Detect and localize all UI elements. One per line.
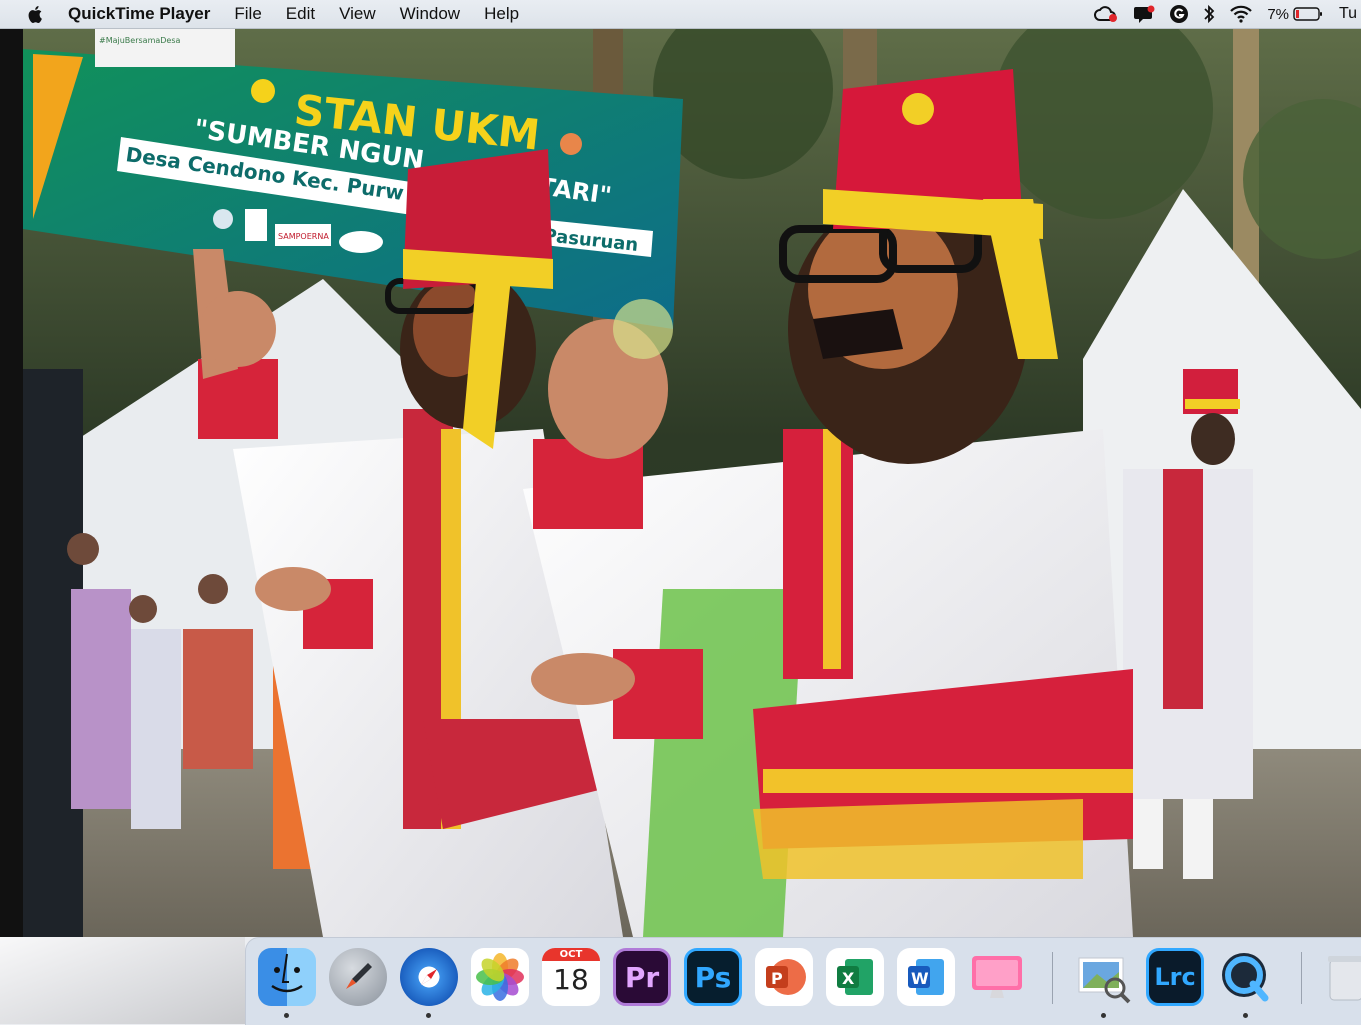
video-frame[interactable]: STAN UKM "SUMBER NGUN TARI" Desa Cendono… (23, 29, 1361, 937)
premiere-pro-label: Pr (624, 960, 660, 994)
preview-icon[interactable] (1075, 948, 1133, 1018)
photoshop-label: Ps (694, 960, 732, 994)
clock[interactable]: Tu (1339, 5, 1361, 23)
calendar-day: 18 (553, 963, 589, 996)
banner-sponsor-logo: SAMPOERNA (278, 232, 329, 241)
photoshop-icon[interactable]: Ps (684, 948, 742, 1006)
file-menu[interactable]: File (234, 4, 261, 24)
calendar-month: OCT (542, 948, 600, 961)
quicktime-player-window: STAN UKM "SUMBER NGUN TARI" Desa Cendono… (0, 29, 1361, 937)
creative-cloud-icon[interactable] (1093, 5, 1119, 23)
window-menu[interactable]: Window (400, 4, 460, 24)
finder-icon[interactable] (258, 948, 316, 1018)
safari-icon[interactable] (400, 948, 458, 1018)
desktop-background (0, 937, 245, 1024)
excel-icon[interactable]: X (826, 948, 884, 1006)
edit-menu[interactable]: Edit (286, 4, 315, 24)
dock-separator (1301, 952, 1302, 1004)
battery-percent[interactable]: 7% (1267, 6, 1289, 23)
dock: OCT 18 Pr Ps P X W Lrc (245, 937, 1361, 1025)
grammarly-icon[interactable] (1169, 4, 1189, 24)
word-label: W (911, 969, 929, 988)
trash-icon[interactable] (1324, 948, 1361, 1006)
calendar-icon[interactable]: OCT 18 (542, 948, 600, 1006)
notification-icon[interactable] (1133, 5, 1155, 23)
menu-bar: QuickTime Player File Edit View Window H… (0, 0, 1361, 29)
excel-label: X (842, 969, 855, 988)
powerpoint-icon[interactable]: P (755, 948, 813, 1006)
launchpad-icon[interactable] (329, 948, 387, 1006)
bluetooth-icon[interactable] (1203, 4, 1215, 24)
word-icon[interactable]: W (897, 948, 955, 1006)
wifi-icon[interactable] (1229, 5, 1253, 23)
dock-separator (1052, 952, 1053, 1004)
powerpoint-label: P (771, 969, 783, 988)
lightroom-classic-label: Lrc (1154, 963, 1196, 991)
status-area: 7% Tu (1079, 0, 1361, 28)
apple-menu-icon[interactable] (26, 4, 46, 24)
photos-icon[interactable] (471, 948, 529, 1006)
help-menu[interactable]: Help (484, 4, 519, 24)
view-menu[interactable]: View (339, 4, 376, 24)
premiere-pro-icon[interactable]: Pr (613, 948, 671, 1006)
banner-hashtag: #MajuBersamaDesa (99, 36, 181, 45)
battery-icon[interactable] (1293, 6, 1323, 22)
quicktime-player-icon[interactable] (1217, 948, 1275, 1018)
cleanmymac-icon[interactable] (968, 948, 1026, 1006)
app-name-menu[interactable]: QuickTime Player (68, 4, 210, 24)
lightroom-classic-icon[interactable]: Lrc (1146, 948, 1204, 1006)
